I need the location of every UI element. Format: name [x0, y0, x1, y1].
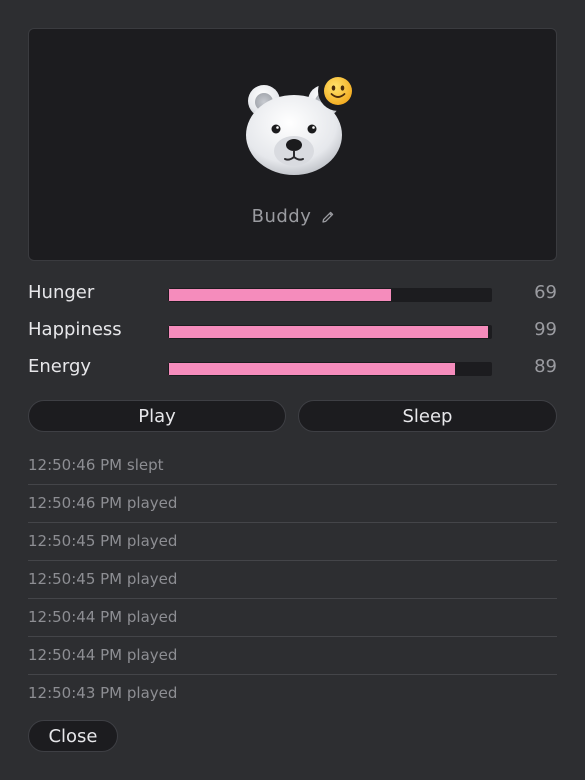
log-item: 12:50:44 PM played — [28, 599, 557, 637]
stat-label: Energy — [28, 356, 92, 377]
activity-log[interactable]: 12:50:46 PM slept 12:50:46 PM played 12:… — [28, 447, 557, 705]
stat-value: 69 — [534, 282, 557, 303]
pencil-icon[interactable] — [321, 210, 335, 224]
sleep-button[interactable]: Sleep — [298, 400, 557, 432]
stat-row-happiness: Happiness 99 — [28, 318, 557, 342]
close-button[interactable]: Close — [28, 720, 118, 752]
log-item: 12:50:44 PM played — [28, 637, 557, 675]
play-button[interactable]: Play — [28, 400, 286, 432]
log-item: 12:50:43 PM played — [28, 675, 557, 705]
pet-name-row[interactable]: Buddy — [1, 206, 585, 227]
stat-bar — [168, 325, 492, 339]
log-item: 12:50:45 PM played — [28, 561, 557, 599]
pet-name: Buddy — [251, 206, 312, 227]
stat-bar-fill — [168, 325, 489, 339]
log-item: 12:50:46 PM slept — [28, 447, 557, 485]
stat-bar-fill — [168, 288, 392, 302]
stat-row-energy: Energy 89 — [28, 355, 557, 379]
log-item: 12:50:45 PM played — [28, 523, 557, 561]
log-item: 12:50:46 PM played — [28, 485, 557, 523]
stat-label: Happiness — [28, 319, 122, 340]
mood-badge — [318, 71, 358, 111]
stat-value: 99 — [534, 319, 557, 340]
stat-bar — [168, 362, 492, 376]
stat-bar-fill — [168, 362, 457, 376]
pet-panel: Buddy Hunger 69 Happiness 99 Energy 89 P… — [0, 0, 585, 780]
stat-row-hunger: Hunger 69 — [28, 281, 557, 305]
stat-label: Hunger — [28, 282, 95, 303]
slightly-smiling-face-icon — [324, 77, 352, 105]
pet-card: Buddy — [28, 28, 557, 261]
stat-bar — [168, 288, 492, 302]
stat-value: 89 — [534, 356, 557, 377]
